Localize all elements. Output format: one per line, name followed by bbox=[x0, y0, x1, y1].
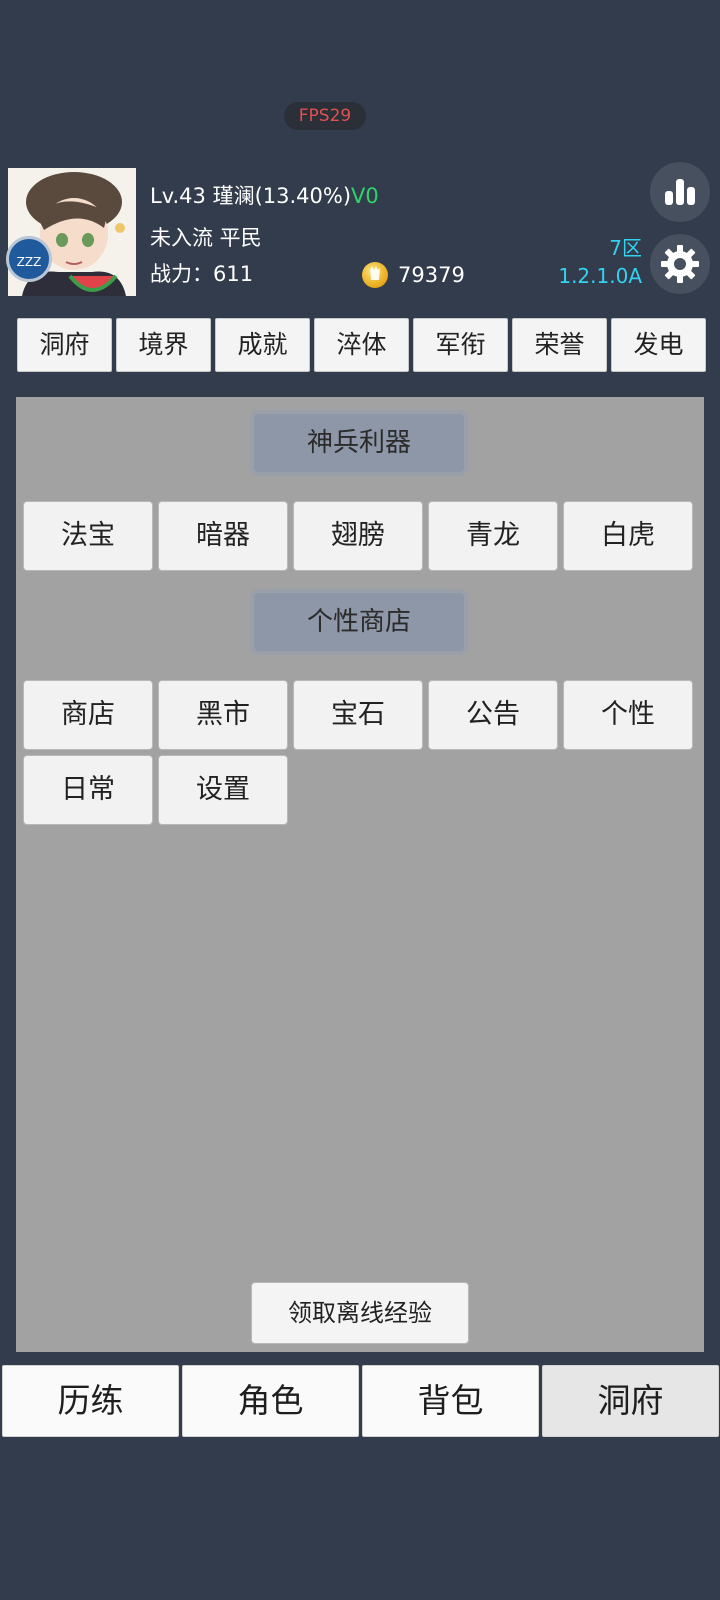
section-title-weapons: 神兵利器 bbox=[250, 410, 468, 476]
tab-cuiti[interactable]: 淬体 bbox=[314, 318, 409, 372]
chibang-button[interactable]: 翅膀 bbox=[293, 501, 423, 571]
tab-junxian[interactable]: 军衔 bbox=[413, 318, 508, 372]
top-tab-bar: 洞府 境界 成就 淬体 军衔 荣誉 发电 bbox=[17, 318, 706, 372]
player-level-line: Lv.43 瑾澜(13.40%)V0 bbox=[150, 180, 379, 210]
player-power: 战力：611 bbox=[150, 262, 254, 286]
qinglong-button[interactable]: 青龙 bbox=[428, 501, 558, 571]
heishi-button[interactable]: 黑市 bbox=[158, 680, 288, 750]
nav-juese[interactable]: 角色 bbox=[182, 1365, 359, 1437]
stats-button[interactable] bbox=[650, 162, 710, 222]
fps-counter: FPS29 bbox=[284, 102, 366, 130]
anqi-button[interactable]: 暗器 bbox=[158, 501, 288, 571]
gold-display: 79379 bbox=[362, 262, 465, 288]
richang-button[interactable]: 日常 bbox=[23, 755, 153, 825]
settings-button[interactable] bbox=[650, 234, 710, 294]
tab-dongfu[interactable]: 洞府 bbox=[17, 318, 112, 372]
player-level-name: Lv.43 瑾澜(13.40%) bbox=[150, 184, 352, 208]
nav-lilian[interactable]: 历练 bbox=[2, 1365, 179, 1437]
player-rank: 未入流 平民 bbox=[150, 226, 262, 250]
claim-offline-exp-button[interactable]: 领取离线经验 bbox=[251, 1282, 469, 1344]
server-zone: 7区 bbox=[609, 236, 642, 260]
gold-amount: 79379 bbox=[398, 263, 465, 287]
bar-chart-icon bbox=[665, 179, 695, 205]
shezhi-button[interactable]: 设置 bbox=[158, 755, 288, 825]
tab-fadian[interactable]: 发电 bbox=[611, 318, 706, 372]
gonggao-button[interactable]: 公告 bbox=[428, 680, 558, 750]
shop-grid: 商店 黑市 宝石 公告 个性 日常 设置 bbox=[23, 680, 693, 825]
bottom-nav: 历练 角色 背包 洞府 bbox=[2, 1365, 719, 1437]
section-title-shop: 个性商店 bbox=[250, 589, 468, 655]
gexing-button[interactable]: 个性 bbox=[563, 680, 693, 750]
main-panel: 神兵利器 法宝 暗器 翅膀 青龙 白虎 个性商店 商店 黑市 宝石 公告 个性 … bbox=[16, 397, 704, 1352]
nav-beibao[interactable]: 背包 bbox=[362, 1365, 539, 1437]
gear-icon bbox=[661, 245, 699, 283]
shangdian-button[interactable]: 商店 bbox=[23, 680, 153, 750]
tab-chengjiu[interactable]: 成就 bbox=[215, 318, 310, 372]
fabao-button[interactable]: 法宝 bbox=[23, 501, 153, 571]
baoshi-button[interactable]: 宝石 bbox=[293, 680, 423, 750]
sleep-badge: ZZZ bbox=[6, 236, 52, 282]
nav-dongfu[interactable]: 洞府 bbox=[542, 1365, 719, 1437]
baihu-button[interactable]: 白虎 bbox=[563, 501, 693, 571]
tab-rongyu[interactable]: 荣誉 bbox=[512, 318, 607, 372]
coin-icon bbox=[362, 262, 388, 288]
tab-jingjie[interactable]: 境界 bbox=[116, 318, 211, 372]
weapons-grid: 法宝 暗器 翅膀 青龙 白虎 bbox=[23, 501, 693, 571]
app-version: 1.2.1.0A bbox=[558, 264, 642, 288]
vip-level: V0 bbox=[351, 184, 379, 208]
